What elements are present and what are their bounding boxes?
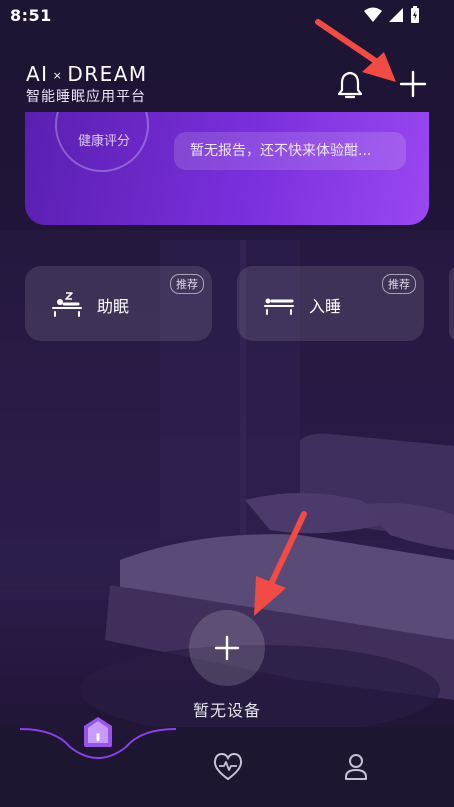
mode-card-partial[interactable] [449,266,454,341]
sleep-aid-icon [52,292,82,317]
app-logo: AI × DREAM [26,62,148,86]
score-label: 健康评分 [77,134,130,149]
mode-label: 入睡 [309,297,342,316]
mode-card-fall-asleep[interactable]: 入睡 推荐 [237,266,424,341]
status-time: 8:51 [10,6,52,25]
home-icon [84,717,112,747]
annotation-arrow-bottom [254,511,307,616]
recommend-badge: 推荐 [170,274,204,294]
profile-icon [345,754,367,780]
fall-asleep-icon [264,298,294,315]
bottom-tab-bar [0,717,454,807]
recommend-badge: 推荐 [382,274,416,294]
heart-pulse-icon [213,752,243,781]
score-ring: -- 健康评分 [55,112,149,172]
plus-icon [214,635,240,661]
no-device-label: 暂无设备 [192,701,261,720]
tab-profile[interactable] [336,747,376,787]
tab-health[interactable] [208,747,248,787]
mode-card-sleep-aid[interactable]: 助眠 推荐 [25,266,212,341]
app-subtitle: 智能睡眠应用平台 [26,89,146,105]
mode-label: 助眠 [97,297,130,316]
report-status[interactable]: 暂无报告，还不快来体验酣... [174,132,406,170]
tab-home[interactable] [78,713,118,753]
health-score-card[interactable]: -- 健康评分 暂无报告，还不快来体验酣... [25,112,429,225]
annotation-arrow-top [315,19,396,82]
score-value: -- [57,112,151,122]
